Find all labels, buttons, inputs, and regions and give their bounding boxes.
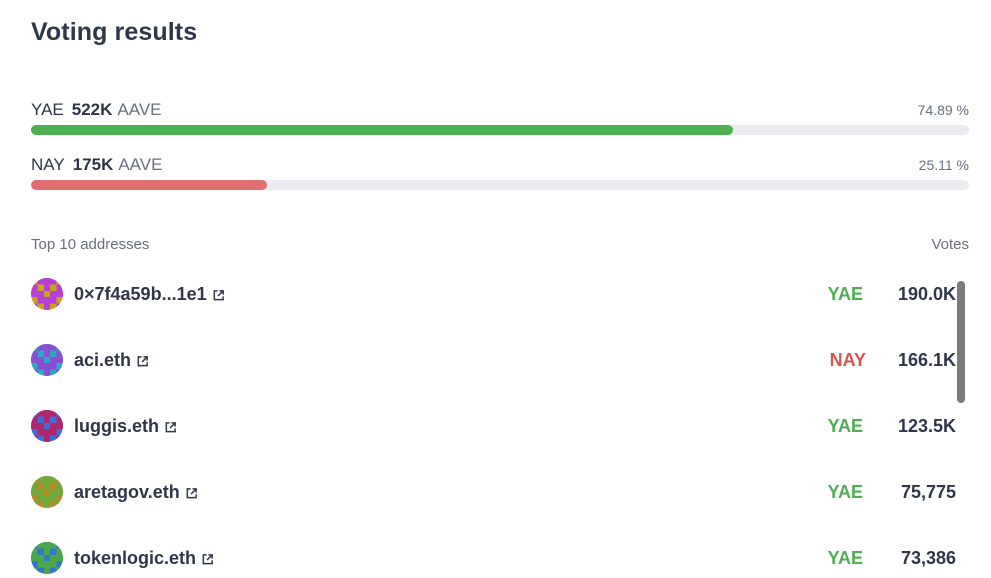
nay-progress-fill <box>31 180 267 190</box>
vote-side: YAE <box>827 284 863 304</box>
voter-address-link[interactable]: aretagov.eth <box>74 482 198 503</box>
page-title: Voting results <box>31 18 198 46</box>
external-link-icon <box>180 482 198 502</box>
yae-progress-track <box>31 125 969 135</box>
voter-address: aci.eth <box>74 350 132 370</box>
nay-amount: 175K <box>72 155 114 174</box>
vote-amount: 123.5K <box>897 416 956 436</box>
yae-progress-fill <box>31 125 734 135</box>
avatar <box>31 278 63 310</box>
voter-address-link[interactable]: tokenlogic.eth <box>74 548 214 569</box>
vote-amount: 75,775 <box>900 482 956 502</box>
voter-row: 0×7f4a59b...1e1 YAE 190.0K <box>31 274 956 314</box>
nay-percent: 25.11 % <box>918 157 969 173</box>
vote-amount: 166.1K <box>897 350 956 370</box>
votes-heading: Votes <box>931 236 969 253</box>
voter-address: aretagov.eth <box>74 482 180 502</box>
external-link-icon <box>131 350 149 370</box>
yae-label: YAE <box>31 100 64 119</box>
vote-amount: 73,386 <box>900 548 956 568</box>
voter-address-link[interactable]: aci.eth <box>74 350 149 371</box>
list-scrollbar[interactable] <box>957 281 965 403</box>
vote-side: YAE <box>827 548 863 568</box>
external-link-icon <box>207 284 225 304</box>
avatar <box>31 542 63 574</box>
vote-side: YAE <box>827 482 863 502</box>
voter-address: luggis.eth <box>74 416 159 436</box>
nay-progress-track <box>31 180 969 190</box>
avatar <box>31 476 63 508</box>
voter-row: aretagov.eth YAE 75,775 <box>31 472 956 512</box>
vote-side: YAE <box>827 416 863 436</box>
voter-address: tokenlogic.eth <box>74 548 197 568</box>
avatar <box>31 344 63 376</box>
avatar <box>31 410 63 442</box>
nay-label: NAY <box>31 155 65 174</box>
voters-list-header: Top 10 addresses Votes <box>31 236 969 253</box>
voter-row: aci.eth NAY 166.1K <box>31 340 956 380</box>
yae-amount: 522K <box>71 100 113 119</box>
vote-amount: 190.0K <box>897 284 956 304</box>
yae-result: YAE 522K AAVE 74.89 % <box>31 100 969 135</box>
voter-address: 0×7f4a59b...1e1 <box>74 284 207 304</box>
external-link-icon <box>196 548 214 568</box>
voter-address-link[interactable]: luggis.eth <box>74 416 177 437</box>
voter-address-link[interactable]: 0×7f4a59b...1e1 <box>74 284 225 305</box>
voter-row: luggis.eth YAE 123.5K <box>31 406 956 446</box>
nay-result: NAY 175K AAVE 25.11 % <box>31 155 969 190</box>
yae-percent: 74.89 % <box>917 102 969 118</box>
voter-row: tokenlogic.eth YAE 73,386 <box>31 538 956 578</box>
external-link-icon <box>159 416 177 436</box>
top-addresses-heading: Top 10 addresses <box>31 236 150 253</box>
yae-unit: AAVE <box>117 100 162 119</box>
vote-side: NAY <box>829 350 866 370</box>
nay-unit: AAVE <box>118 155 163 174</box>
